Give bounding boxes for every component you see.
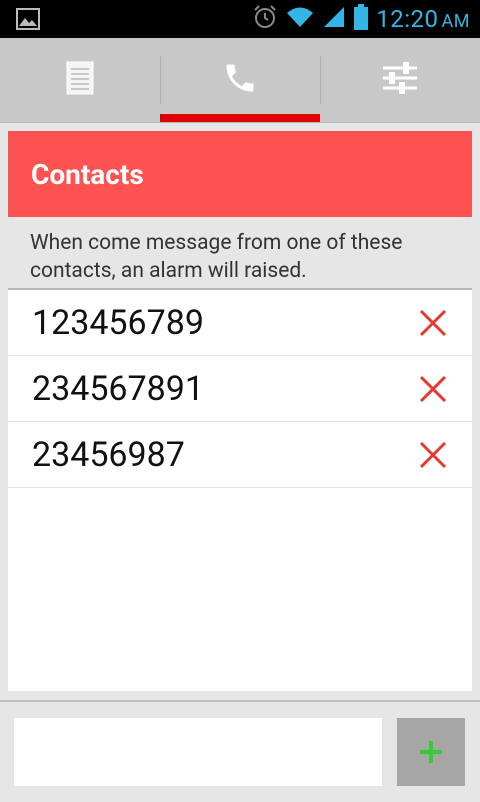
delete-contact-button[interactable] (418, 308, 448, 338)
contact-list: 123456789 234567891 23456987 (8, 290, 472, 488)
clock: 12:20 AM (376, 5, 470, 33)
description-text: When come message from one of these cont… (8, 217, 472, 290)
tab-messages[interactable] (0, 38, 160, 122)
close-icon (419, 309, 447, 336)
tab-bar (0, 38, 480, 123)
alarm-icon (252, 4, 278, 34)
contact-row[interactable]: 234567891 (8, 356, 472, 422)
contact-number: 234567891 (32, 368, 204, 409)
tab-settings[interactable] (320, 38, 480, 122)
delete-contact-button[interactable] (418, 374, 448, 404)
signal-icon (322, 5, 346, 33)
contacts-card: Contacts When come message from one of t… (8, 131, 472, 691)
contact-number: 23456987 (32, 434, 185, 475)
contact-row[interactable]: 23456987 (8, 422, 472, 488)
wifi-icon (286, 5, 314, 33)
close-icon (419, 441, 447, 468)
delete-contact-button[interactable] (418, 440, 448, 470)
add-contact-button[interactable] (397, 718, 465, 786)
tab-contacts[interactable] (160, 38, 320, 122)
sliders-icon (381, 60, 419, 100)
plus-icon (420, 741, 442, 763)
add-contact-bar (0, 700, 480, 802)
image-icon (16, 8, 40, 30)
battery-icon (354, 4, 369, 34)
page-title: Contacts (8, 131, 472, 217)
contact-row[interactable]: 123456789 (8, 290, 472, 356)
contact-number-input[interactable] (14, 718, 382, 786)
close-icon (419, 375, 447, 402)
phone-icon (222, 60, 258, 100)
status-bar: 12:20 AM (0, 0, 480, 38)
document-icon (66, 61, 94, 99)
contact-number: 123456789 (32, 302, 204, 343)
